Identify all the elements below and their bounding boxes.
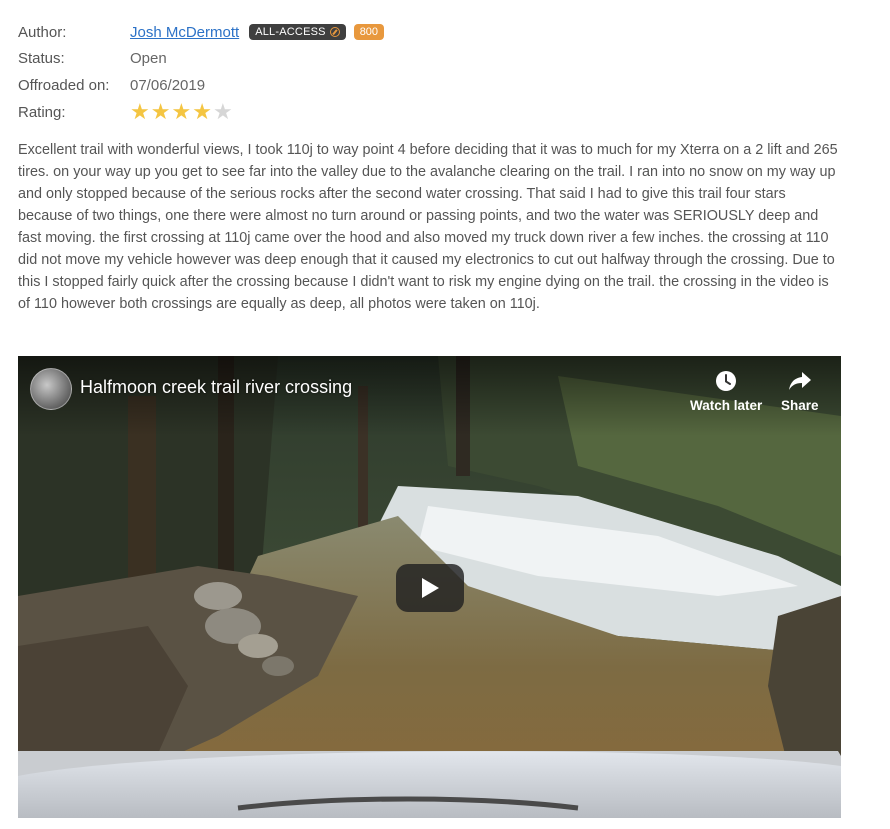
offroaded-row: Offroaded on: 07/06/2019: [18, 74, 205, 96]
offroaded-label: Offroaded on:: [18, 76, 110, 94]
share-icon: [788, 368, 812, 394]
compass-icon: [329, 27, 340, 37]
share-label: Share: [781, 398, 819, 413]
author-link[interactable]: Josh McDermott: [130, 24, 239, 41]
star-icon: ★: [171, 99, 192, 124]
star-icon: ★: [130, 99, 150, 124]
status-label: Status:: [18, 49, 65, 67]
clock-icon: [715, 368, 737, 394]
share-button[interactable]: Share: [781, 368, 819, 413]
author-label: Author:: [18, 23, 67, 41]
offroaded-date: 07/06/2019: [130, 76, 206, 94]
status-value: Open: [130, 49, 167, 67]
star-rating: ★ ★ ★ ★ ★: [130, 101, 233, 123]
status-row: Status: Open: [18, 47, 167, 69]
play-button[interactable]: [396, 564, 464, 612]
all-access-label: ALL-ACCESS: [255, 26, 326, 38]
review-text: Excellent trail with wonderful views, I …: [18, 142, 838, 312]
video-title[interactable]: Halfmoon creek trail river crossing: [80, 377, 352, 398]
play-icon: [422, 578, 439, 598]
all-access-badge: ALL-ACCESS: [249, 24, 346, 40]
star-icon: ★: [212, 99, 233, 124]
points-badge: 800: [353, 24, 385, 40]
watch-later-button[interactable]: Watch later: [690, 368, 762, 413]
star-icon: ★: [150, 99, 171, 124]
channel-avatar[interactable]: [30, 368, 72, 410]
star-icon: ★: [192, 99, 212, 124]
rating-row: Rating: ★ ★ ★ ★ ★: [18, 101, 233, 123]
rating-label: Rating:: [18, 103, 66, 121]
video-player[interactable]: Halfmoon creek trail river crossing Watc…: [18, 356, 841, 818]
watch-later-label: Watch later: [690, 398, 763, 413]
author-row: Author: Josh McDermott ALL-ACCESS 800: [18, 21, 385, 43]
